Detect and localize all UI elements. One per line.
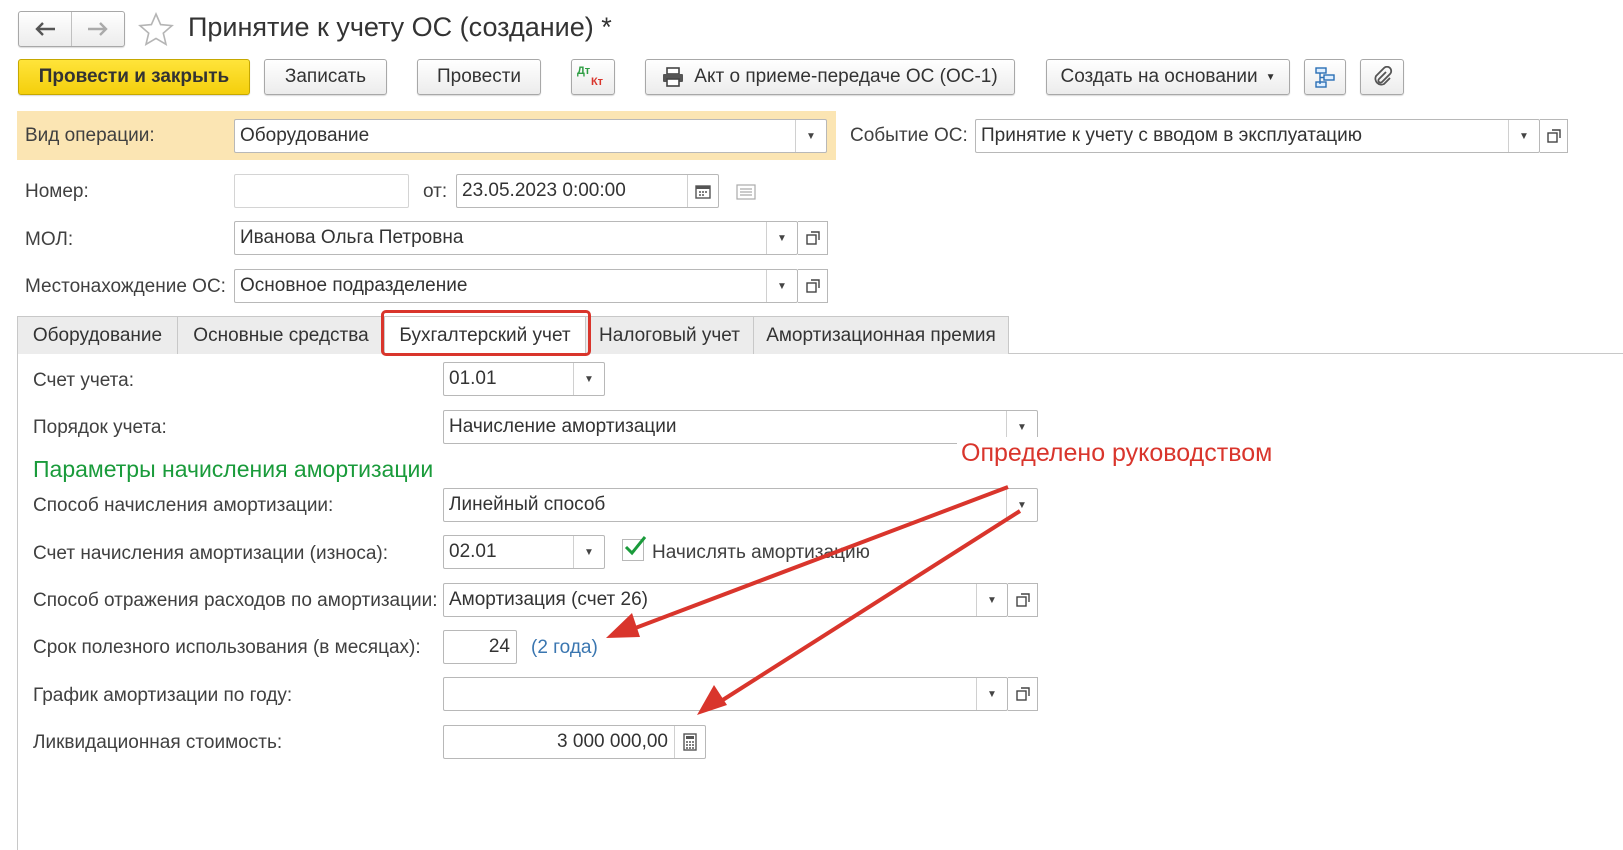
depreciation-schedule-label: График амортизации по году: <box>33 685 293 706</box>
dt-kt-icon: Дт Кт <box>576 65 604 88</box>
chevron-down-icon[interactable]: ▼ <box>573 363 604 395</box>
forward-arrow-icon[interactable] <box>72 12 124 46</box>
chevron-down-icon[interactable]: ▼ <box>976 678 1007 710</box>
dropdown-caret-icon: ▼ <box>1265 71 1276 83</box>
page-title: Принятие к учету ОС (создание) * <box>188 12 612 42</box>
os-event-open-button[interactable] <box>1540 119 1568 153</box>
accounting-order-select[interactable]: Начисление амортизации ▼ <box>443 410 1038 444</box>
printer-icon <box>662 67 684 87</box>
open-window-icon <box>1015 687 1030 701</box>
nav-group <box>18 11 125 47</box>
dt-kt-button[interactable]: Дт Кт <box>571 59 615 95</box>
open-window-icon <box>805 279 820 293</box>
annotation-text: Определено руководством <box>957 437 1279 472</box>
chevron-down-icon[interactable]: ▼ <box>795 120 826 152</box>
depreciation-schedule-open-button[interactable] <box>1008 677 1038 711</box>
tab-equipment[interactable]: Оборудование <box>17 316 178 354</box>
tab-fixed-assets[interactable]: Основные средства <box>177 316 385 354</box>
section-title-depreciation: Параметры начисления амортизации <box>33 456 434 482</box>
post-button[interactable]: Провести <box>417 59 541 95</box>
accounting-order-label: Порядок учета: <box>33 417 167 438</box>
chevron-down-icon[interactable]: ▼ <box>1508 120 1539 152</box>
chevron-down-icon[interactable]: ▼ <box>766 270 797 302</box>
account-label: Счет учета: <box>33 370 134 391</box>
act-os1-label: Акт о приеме-передаче ОС (ОС-1) <box>694 66 998 87</box>
structure-hierarchy-icon <box>1314 66 1336 88</box>
operation-type-select[interactable]: Оборудование ▼ <box>234 119 827 153</box>
create-based-on-button[interactable]: Создать на основании ▼ <box>1046 59 1290 95</box>
tab-tax-accounting[interactable]: Налоговый учет <box>585 316 754 354</box>
operation-type-label: Вид операции: <box>25 125 155 146</box>
open-window-icon <box>805 231 820 245</box>
chevron-down-icon[interactable]: ▼ <box>976 584 1007 616</box>
number-label: Номер: <box>25 181 89 202</box>
depreciation-method-select[interactable]: Линейный способ ▼ <box>443 488 1038 522</box>
depreciation-account-label: Счет начисления амортизации (износа): <box>33 543 389 564</box>
expense-reflection-open-button[interactable] <box>1008 583 1038 617</box>
salvage-value-label: Ликвидационная стоимость: <box>33 732 283 753</box>
mol-label: МОЛ: <box>25 229 74 250</box>
calculator-icon[interactable] <box>674 726 705 758</box>
tab-panel-left-border <box>17 353 18 850</box>
open-window-icon <box>1546 129 1561 143</box>
useful-life-label: Срок полезного использования (в месяцах)… <box>33 637 421 658</box>
location-select[interactable]: Основное подразделение ▼ <box>234 269 798 303</box>
number-input[interactable] <box>234 174 409 208</box>
paperclip-icon <box>1371 66 1393 88</box>
chevron-down-icon[interactable]: ▼ <box>573 536 604 568</box>
open-window-icon <box>1015 593 1030 607</box>
location-open-button[interactable] <box>798 269 828 303</box>
os-event-select[interactable]: Принятие к учету с вводом в эксплуатацию… <box>975 119 1540 153</box>
location-label: Местонахождение ОС: <box>25 276 226 297</box>
date-label: от: <box>423 181 448 202</box>
account-select[interactable]: 01.01 ▼ <box>443 362 605 396</box>
post-and-close-button[interactable]: Провести и закрыть <box>18 59 250 95</box>
create-based-on-label: Создать на основании <box>1060 66 1258 87</box>
salvage-value-input[interactable]: 3 000 000,00 <box>443 725 706 759</box>
active-tab-highlight-frame <box>381 310 591 356</box>
accrue-depreciation-label: Начислять амортизацию <box>652 542 870 563</box>
mol-select[interactable]: Иванова Ольга Петровна ▼ <box>234 221 798 255</box>
mol-open-button[interactable] <box>798 221 828 255</box>
depreciation-schedule-select[interactable]: ▼ <box>443 677 1008 711</box>
chevron-down-icon[interactable]: ▼ <box>766 222 797 254</box>
depreciation-account-select[interactable]: 02.01 ▼ <box>443 535 605 569</box>
history-list-icon[interactable] <box>736 184 756 206</box>
expense-reflection-label: Способ отражения расходов по амортизации… <box>33 590 438 611</box>
expense-reflection-select[interactable]: Амортизация (счет 26) ▼ <box>443 583 1008 617</box>
attachments-button[interactable] <box>1360 59 1404 95</box>
chevron-down-icon[interactable]: ▼ <box>1006 489 1037 521</box>
tab-depreciation-bonus[interactable]: Амортизационная премия <box>753 316 1009 354</box>
structure-button[interactable] <box>1304 59 1346 95</box>
useful-life-input[interactable]: 24 <box>443 630 517 664</box>
accrue-depreciation-checkbox[interactable] <box>622 536 647 561</box>
os-event-label: Событие ОС: <box>850 125 968 146</box>
useful-life-years-link[interactable]: (2 года) <box>531 637 598 659</box>
date-input[interactable]: 23.05.2023 0:00:00 <box>456 174 719 208</box>
checkmark-icon <box>624 536 647 556</box>
calendar-icon[interactable] <box>687 175 718 207</box>
depreciation-method-label: Способ начисления амортизации: <box>33 495 334 516</box>
favorite-star-icon[interactable] <box>138 11 174 52</box>
save-button[interactable]: Записать <box>264 59 387 95</box>
back-arrow-icon[interactable] <box>19 12 72 46</box>
act-os1-button[interactable]: Акт о приеме-передаче ОС (ОС-1) <box>645 59 1015 95</box>
